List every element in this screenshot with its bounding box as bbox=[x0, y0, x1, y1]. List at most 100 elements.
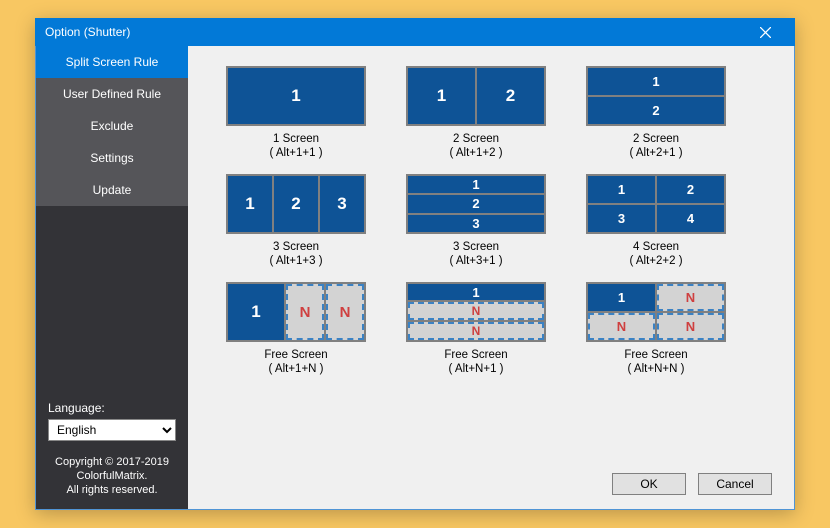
tile-n: N bbox=[408, 322, 544, 340]
sidebar-bottom: Language: English Copyright © 2017-2019 … bbox=[36, 391, 188, 509]
rule-title: Free Screen bbox=[264, 348, 327, 362]
ok-button[interactable]: OK bbox=[612, 473, 686, 495]
nav-settings[interactable]: Settings bbox=[36, 142, 188, 174]
copyright-line: ColorfulMatrix. bbox=[48, 469, 176, 483]
tile-1: 1 bbox=[408, 176, 544, 193]
tile-2: 2 bbox=[408, 195, 544, 212]
rule-title: 3 Screen bbox=[449, 240, 502, 254]
tile-n: N bbox=[326, 284, 364, 340]
button-label: Cancel bbox=[716, 477, 753, 491]
nav-label: User Defined Rule bbox=[63, 87, 161, 101]
copyright-line: Copyright © 2017-2019 bbox=[48, 455, 176, 469]
rule-label: 2 Screen ( Alt+1+2 ) bbox=[449, 132, 502, 160]
tile-n: N bbox=[657, 284, 724, 311]
cancel-button[interactable]: Cancel bbox=[698, 473, 772, 495]
tile-2: 2 bbox=[274, 176, 318, 232]
tile-4: 4 bbox=[657, 205, 724, 232]
rule-label: 1 Screen ( Alt+1+1 ) bbox=[269, 132, 322, 160]
rule-label: 4 Screen ( Alt+2+2 ) bbox=[629, 240, 682, 268]
tile-2: 2 bbox=[477, 68, 544, 124]
tile-n: N bbox=[588, 313, 655, 340]
tile-1: 1 bbox=[408, 68, 475, 124]
rule-3-screen-h[interactable]: 1 2 3 3 Screen ( Alt+1+3 ) bbox=[218, 174, 374, 268]
rule-free-n1[interactable]: 1 N N Free Screen ( Alt+N+1 ) bbox=[398, 282, 554, 376]
layout-preview: 1 2 3 bbox=[406, 174, 546, 234]
rule-grid: 1 1 Screen ( Alt+1+1 ) 1 2 2 Screen ( Al… bbox=[218, 66, 774, 376]
tile-2: 2 bbox=[588, 97, 724, 124]
tile-n: N bbox=[286, 284, 324, 340]
tile-1: 1 bbox=[408, 284, 544, 300]
rule-2-screen-h[interactable]: 1 2 2 Screen ( Alt+1+2 ) bbox=[398, 66, 554, 160]
nav-label: Split Screen Rule bbox=[66, 55, 159, 69]
main-panel: 1 1 Screen ( Alt+1+1 ) 1 2 2 Screen ( Al… bbox=[188, 46, 794, 509]
layout-preview: 1 N N bbox=[226, 282, 366, 342]
rule-free-nn[interactable]: 1 N N N Free Screen ( Alt+N+N ) bbox=[578, 282, 734, 376]
layout-preview: 1 2 bbox=[406, 66, 546, 126]
rule-label: 3 Screen ( Alt+3+1 ) bbox=[449, 240, 502, 268]
rule-3-screen-v[interactable]: 1 2 3 3 Screen ( Alt+3+1 ) bbox=[398, 174, 554, 268]
tile-1: 1 bbox=[588, 284, 655, 311]
rule-label: Free Screen ( Alt+N+N ) bbox=[624, 348, 687, 376]
sidebar: Split Screen Rule User Defined Rule Excl… bbox=[36, 46, 188, 509]
tile-n: N bbox=[657, 313, 724, 340]
rule-shortcut: ( Alt+1+N ) bbox=[264, 362, 327, 376]
nav-exclude[interactable]: Exclude bbox=[36, 110, 188, 142]
tile-1: 1 bbox=[228, 176, 272, 232]
window-body: Split Screen Rule User Defined Rule Excl… bbox=[35, 46, 795, 510]
rule-2-screen-v[interactable]: 1 2 2 Screen ( Alt+2+1 ) bbox=[578, 66, 734, 160]
dialog-buttons: OK Cancel bbox=[612, 473, 772, 495]
nav-label: Update bbox=[93, 183, 132, 197]
rule-label: Free Screen ( Alt+1+N ) bbox=[264, 348, 327, 376]
rule-title: 3 Screen bbox=[269, 240, 322, 254]
row: 1 N bbox=[588, 284, 724, 311]
rule-4-screen[interactable]: 1 2 3 4 4 Screen ( Alt+2+2 ) bbox=[578, 174, 734, 268]
rule-title: 2 Screen bbox=[449, 132, 502, 146]
options-window: Option (Shutter) Split Screen Rule User … bbox=[35, 18, 795, 510]
close-button[interactable] bbox=[745, 18, 785, 46]
rule-title: 1 Screen bbox=[269, 132, 322, 146]
rule-free-1n[interactable]: 1 N N Free Screen ( Alt+1+N ) bbox=[218, 282, 374, 376]
rule-shortcut: ( Alt+3+1 ) bbox=[449, 254, 502, 268]
layout-preview: 1 N N bbox=[406, 282, 546, 342]
sidebar-spacer bbox=[36, 206, 188, 391]
button-label: OK bbox=[640, 477, 657, 491]
rule-shortcut: ( Alt+1+3 ) bbox=[269, 254, 322, 268]
rule-title: 4 Screen bbox=[629, 240, 682, 254]
nav-user-defined-rule[interactable]: User Defined Rule bbox=[36, 78, 188, 110]
rule-shortcut: ( Alt+1+1 ) bbox=[269, 146, 322, 160]
rule-shortcut: ( Alt+2+1 ) bbox=[629, 146, 682, 160]
nav-update[interactable]: Update bbox=[36, 174, 188, 206]
layout-preview: 1 2 3 4 bbox=[586, 174, 726, 234]
rule-shortcut: ( Alt+N+1 ) bbox=[444, 362, 507, 376]
layout-preview: 1 N N N bbox=[586, 282, 726, 342]
tile-1: 1 bbox=[588, 176, 655, 203]
tile-3: 3 bbox=[320, 176, 364, 232]
tile-1: 1 bbox=[228, 284, 284, 340]
window-title: Option (Shutter) bbox=[45, 25, 745, 39]
layout-preview: 1 2 bbox=[586, 66, 726, 126]
rule-label: 3 Screen ( Alt+1+3 ) bbox=[269, 240, 322, 268]
nav-label: Exclude bbox=[91, 119, 134, 133]
layout-preview: 1 bbox=[226, 66, 366, 126]
row: N N bbox=[588, 313, 724, 340]
tile-3: 3 bbox=[408, 215, 544, 232]
tile-1: 1 bbox=[588, 68, 724, 95]
rule-title: Free Screen bbox=[444, 348, 507, 362]
copyright-line: All rights reserved. bbox=[48, 483, 176, 497]
rule-shortcut: ( Alt+N+N ) bbox=[624, 362, 687, 376]
tile-3: 3 bbox=[588, 205, 655, 232]
copyright: Copyright © 2017-2019 ColorfulMatrix. Al… bbox=[48, 455, 176, 497]
nav-split-screen-rule[interactable]: Split Screen Rule bbox=[36, 46, 188, 78]
close-icon bbox=[760, 27, 771, 38]
tile-n: N bbox=[408, 302, 544, 320]
layout-preview: 1 2 3 bbox=[226, 174, 366, 234]
rule-label: 2 Screen ( Alt+2+1 ) bbox=[629, 132, 682, 160]
rule-1-screen[interactable]: 1 1 Screen ( Alt+1+1 ) bbox=[218, 66, 374, 160]
language-select[interactable]: English bbox=[48, 419, 176, 441]
rule-title: Free Screen bbox=[624, 348, 687, 362]
rule-label: Free Screen ( Alt+N+1 ) bbox=[444, 348, 507, 376]
nav-label: Settings bbox=[90, 151, 133, 165]
rule-title: 2 Screen bbox=[629, 132, 682, 146]
rule-shortcut: ( Alt+2+2 ) bbox=[629, 254, 682, 268]
tile-1: 1 bbox=[228, 68, 364, 124]
